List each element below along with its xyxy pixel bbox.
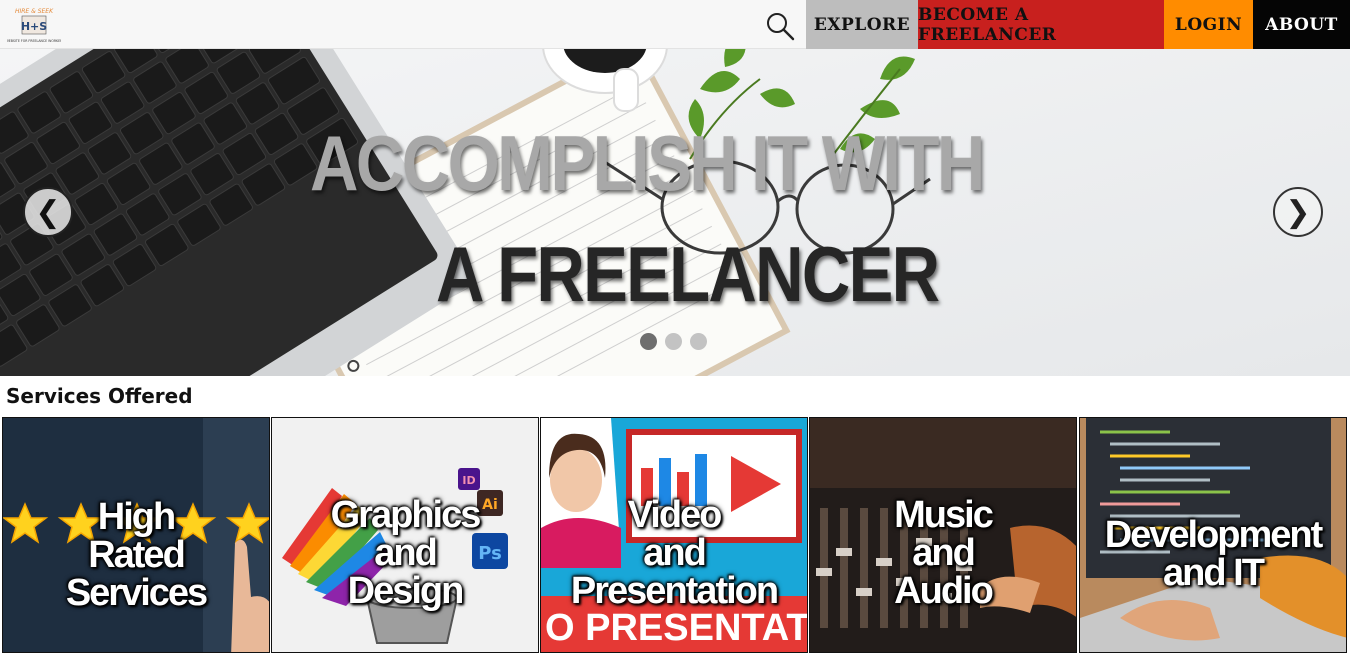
service-card-label: Development and IT: [1104, 514, 1324, 594]
video-banner-text: O PRESENTAT: [545, 607, 808, 649]
carousel-dot-3[interactable]: [690, 333, 707, 350]
service-card-label: High Rated Services: [65, 496, 208, 614]
svg-text:WEBSITE FOR FREELANCE WORKER: WEBSITE FOR FREELANCE WORKER: [7, 39, 61, 43]
carousel-dot-2[interactable]: [665, 333, 682, 350]
service-card-music-audio[interactable]: Music and Audio: [809, 417, 1077, 653]
service-card-video-presentation[interactable]: O PRESENTAT Video and Presentation: [540, 417, 808, 653]
hero-background-image: [0, 49, 1350, 376]
carousel-prev-button[interactable]: ❮: [23, 187, 73, 237]
carousel-indicators: [640, 333, 707, 350]
service-card-development-it[interactable]: Development and IT: [1079, 417, 1347, 653]
nav-about-button[interactable]: ABOUT: [1253, 0, 1350, 49]
chevron-right-icon: ❯: [1285, 194, 1311, 230]
hero-headline-line2: A FREELANCER: [436, 230, 940, 318]
hero-carousel: ACCOMPLISH IT WITH A FREELANCER ❮ ❯: [0, 49, 1350, 376]
hero-headline-line1: ACCOMPLISH IT WITH: [310, 119, 985, 207]
service-card-graphics-design[interactable]: ID Ai Ps Graphics and Design: [271, 417, 539, 653]
service-card-label: Music and Audio: [894, 494, 994, 612]
chevron-left-icon: ❮: [35, 194, 61, 230]
services-heading: Services Offered: [6, 384, 193, 408]
service-card-high-rated[interactable]: High Rated Services: [2, 417, 270, 653]
top-navbar: HIRE & SEEK H+S WEBSITE FOR FREELANCE WO…: [0, 0, 1350, 49]
site-logo[interactable]: HIRE & SEEK H+S WEBSITE FOR FREELANCE WO…: [6, 4, 64, 46]
nav-become-freelancer-button[interactable]: BECOME A FREELANCER: [918, 0, 1164, 49]
svg-text:H+S: H+S: [21, 20, 47, 33]
nav-login-button[interactable]: LOGIN: [1164, 0, 1253, 49]
carousel-dot-1[interactable]: [640, 333, 657, 350]
service-card-label: Graphics and Design: [330, 494, 482, 612]
nav-explore-button[interactable]: EXPLORE: [806, 0, 918, 49]
svg-text:ID: ID: [462, 474, 475, 487]
search-icon[interactable]: [762, 8, 798, 44]
service-card-label: Video and Presentation: [570, 494, 779, 612]
svg-text:HIRE & SEEK: HIRE & SEEK: [15, 8, 54, 15]
carousel-next-button[interactable]: ❯: [1273, 187, 1323, 237]
